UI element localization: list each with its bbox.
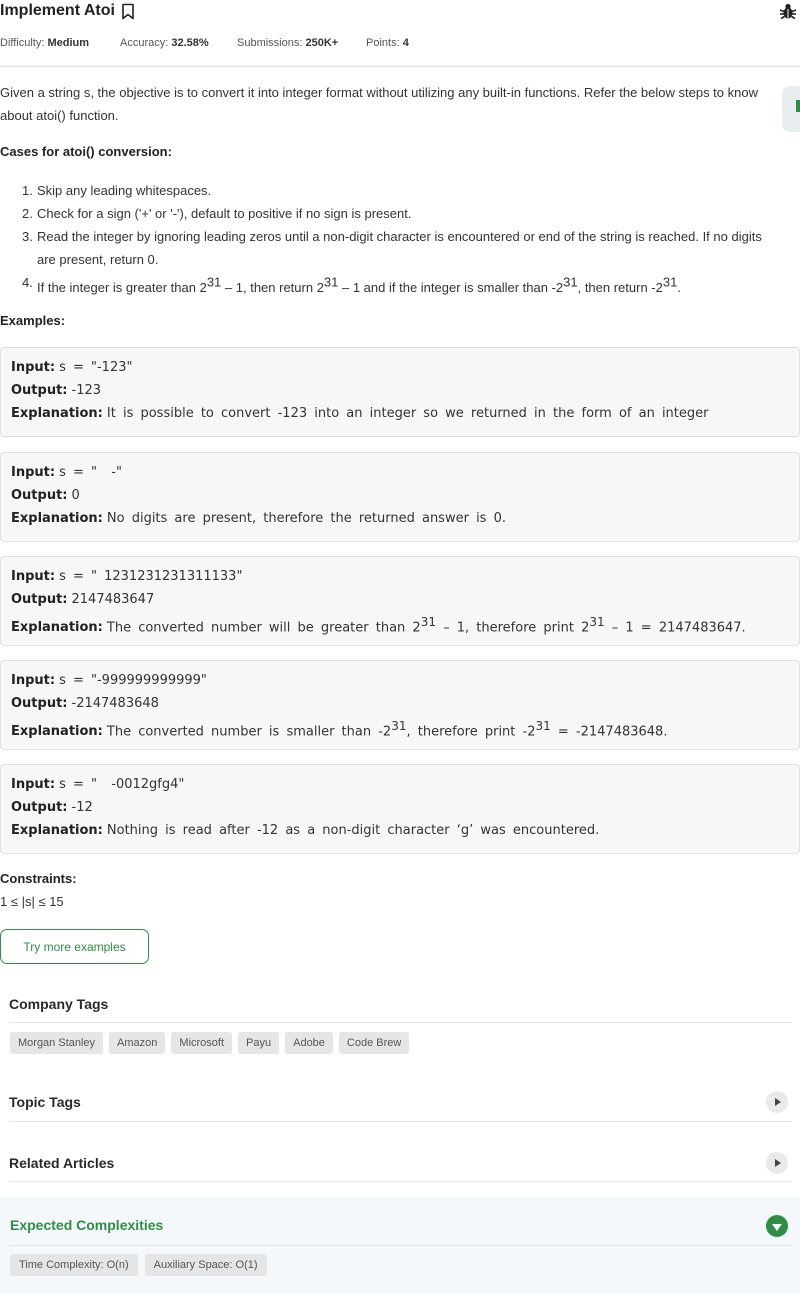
company-tag[interactable]: Payu <box>238 1032 280 1054</box>
example-input: Input: s = "-123" <box>11 360 133 375</box>
company-tag[interactable]: Amazon <box>109 1032 166 1054</box>
time-complexity-badge: Time Complexity: O(n) <box>10 1254 138 1276</box>
example-explanation: Explanation: It is possible to convert -1… <box>11 406 709 421</box>
company-tag[interactable]: Adobe <box>285 1032 333 1054</box>
examples-heading: Examples: <box>0 313 66 328</box>
example-output: Output: 0 <box>11 488 80 503</box>
section-divider <box>9 1181 792 1182</box>
example-output: Output: -12 <box>11 800 93 815</box>
accuracy-value: 32.58% <box>171 37 209 49</box>
example-explanation: Explanation: The converted number will be… <box>11 615 746 636</box>
example-input: Input: s = "-999999999999" <box>11 673 207 688</box>
step-text: Read the integer by ignoring leading zer… <box>37 229 762 267</box>
topic-tags-title[interactable]: Topic Tags <box>9 1094 81 1110</box>
example-output: Output: -123 <box>11 383 102 398</box>
difficulty: Difficulty: Medium <box>0 37 120 49</box>
complexities-title[interactable]: Expected Complexities <box>10 1217 163 1233</box>
company-tags-title: Company Tags <box>9 996 109 1012</box>
list-item: 3. Read the integer by ignoring leading z… <box>22 225 782 271</box>
related-articles-expand-button[interactable] <box>766 1152 788 1174</box>
steps-list: 1. Skip any leading whitespaces. 2. Check … <box>22 179 782 299</box>
chevron-right-icon <box>775 1159 781 1167</box>
list-item: 4. If the integer is greater than 231 – 1… <box>22 271 782 299</box>
list-item: 2. Check for a sign ('+' or '-'), default… <box>22 202 782 225</box>
example-explanation: Explanation: No digits are present, there… <box>11 511 506 526</box>
try-more-examples-button[interactable]: Try more examples <box>0 929 149 964</box>
example-block: Input: s = " -" Output: 0 Explanation: No d… <box>0 452 800 542</box>
points-label: Points: <box>366 37 400 49</box>
complexity-tags: Time Complexity: O(n) Auxiliary Space: O… <box>10 1254 267 1276</box>
difficulty-label: Difficulty: <box>0 37 45 49</box>
bookmark-icon[interactable] <box>121 3 135 20</box>
example-block: Input: s = "-123" Output: -123 Explanation… <box>0 347 800 437</box>
complexities-collapse-button[interactable] <box>766 1215 788 1237</box>
step-number: 4. <box>22 275 33 290</box>
step-number: 3. <box>22 229 33 244</box>
problem-intro: Given a string s, the objective is to co… <box>0 85 758 123</box>
accuracy-label: Accuracy: <box>120 37 169 49</box>
step-number: 1. <box>22 183 33 198</box>
points: Points: 4 <box>366 37 409 49</box>
accuracy: Accuracy: 32.58% <box>120 37 237 49</box>
chevron-right-icon <box>775 1098 781 1106</box>
example-block: Input: s = "-999999999999" Output: -214748… <box>0 660 800 750</box>
company-tag[interactable]: Microsoft <box>171 1032 233 1054</box>
page-title: Implement Atoi <box>0 1 135 20</box>
step-text: Check for a sign ('+' or '-'), default t… <box>37 206 412 221</box>
example-input: Input: s = " -" <box>11 465 122 480</box>
step-number: 2. <box>22 206 33 221</box>
example-output: Output: 2147483647 <box>11 592 155 607</box>
company-tags-list: Morgan Stanley Amazon Microsoft Payu Ado… <box>10 1032 410 1054</box>
example-block: Input: s = " -0012gfg4" Output: -12 Explan… <box>0 764 800 854</box>
company-tag[interactable]: Morgan Stanley <box>10 1032 104 1054</box>
cases-heading: Cases for atoi() conversion: <box>0 144 172 159</box>
related-articles-title[interactable]: Related Articles <box>9 1155 114 1171</box>
points-value: 4 <box>402 37 409 49</box>
section-divider <box>9 1022 792 1023</box>
constraints-heading: Constraints: <box>0 871 77 886</box>
problem-title: Implement Atoi <box>0 1 115 19</box>
submissions-label: Submissions: <box>237 37 303 49</box>
problem-meta: Difficulty: Medium Accuracy: 32.58% Subm… <box>0 37 409 49</box>
step-text: Skip any leading whitespaces. <box>37 183 212 198</box>
submissions: Submissions: 250K+ <box>237 37 366 49</box>
example-block: Input: s = " 1231231231311133" Output: 214… <box>0 556 800 646</box>
bug-report-icon[interactable] <box>779 2 797 20</box>
topic-tags-expand-button[interactable] <box>766 1091 788 1113</box>
submissions-value: 250K+ <box>305 37 339 49</box>
company-tag[interactable]: Code Brew <box>338 1032 410 1054</box>
step-text: If the integer is greater than 231 – 1, … <box>37 275 681 296</box>
example-input: Input: s = " 1231231231311133" <box>11 569 243 584</box>
example-explanation: Explanation: The converted number is smal… <box>11 719 668 740</box>
constraints-text: 1 ≤ |s| ≤ 15 <box>0 894 64 909</box>
difficulty-value: Medium <box>47 37 90 49</box>
space-complexity-badge: Auxiliary Space: O(1) <box>144 1254 267 1276</box>
list-item: 1. Skip any leading whitespaces. <box>22 179 782 202</box>
header-divider <box>0 66 800 67</box>
chevron-down-icon <box>772 1223 782 1231</box>
example-input: Input: s = " -0012gfg4" <box>11 777 185 792</box>
example-output: Output: -2147483648 <box>11 696 159 711</box>
example-explanation: Explanation: Nothing is read after -12 as… <box>11 823 600 838</box>
section-divider <box>9 1245 792 1246</box>
section-divider <box>9 1121 792 1122</box>
